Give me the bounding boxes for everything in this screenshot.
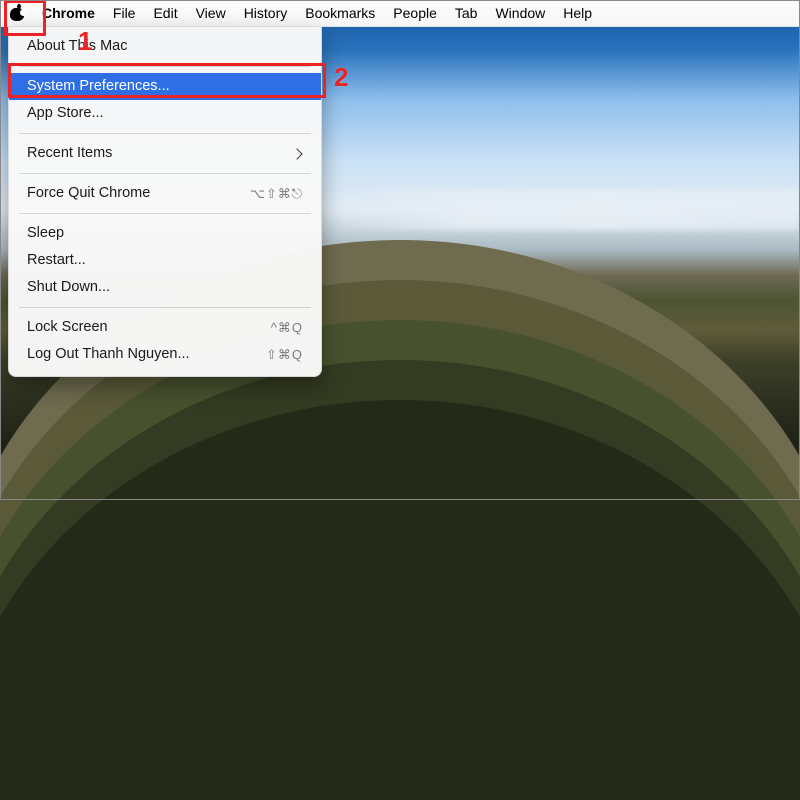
apple-menu-about[interactable]: About This Mac (9, 33, 321, 60)
menu-bar-item-tab[interactable]: Tab (455, 5, 478, 21)
menu-bar-item-help[interactable]: Help (563, 5, 592, 21)
menu-separator (19, 66, 311, 67)
menu-separator (19, 307, 311, 308)
menu-separator (19, 213, 311, 214)
menu-shortcut: ⇧⌘Q (266, 341, 303, 368)
menu-item-label: Restart... (27, 252, 86, 268)
menu-bar-item-history[interactable]: History (244, 5, 288, 21)
apple-menu-recent-items[interactable]: Recent Items (9, 140, 321, 167)
chevron-right-icon (291, 148, 302, 159)
menu-bar-item-window[interactable]: Window (495, 5, 545, 21)
apple-logo-icon[interactable] (10, 5, 24, 21)
apple-menu-logout[interactable]: Log Out Thanh Nguyen... ⇧⌘Q (9, 341, 321, 368)
menu-bar-item-file[interactable]: File (113, 5, 136, 21)
apple-menu-shutdown[interactable]: Shut Down... (9, 274, 321, 301)
apple-menu-app-store[interactable]: App Store... (9, 100, 321, 127)
menu-separator (19, 173, 311, 174)
menu-bar-app-name[interactable]: Chrome (42, 5, 95, 21)
apple-menu-lock-screen[interactable]: Lock Screen ^⌘Q (9, 314, 321, 341)
menu-item-label: App Store... (27, 105, 104, 121)
wallpaper-fog (320, 190, 800, 230)
apple-menu-force-quit[interactable]: Force Quit Chrome ⌥⇧⌘⎋ (9, 180, 321, 207)
menu-item-label: Sleep (27, 225, 64, 241)
apple-menu: About This Mac System Preferences... App… (8, 26, 322, 377)
menu-bar: Chrome File Edit View History Bookmarks … (0, 0, 800, 27)
menu-item-label: About This Mac (27, 38, 127, 54)
menu-bar-item-edit[interactable]: Edit (153, 5, 177, 21)
menu-item-label: Force Quit Chrome (27, 185, 150, 201)
menu-shortcut: ^⌘Q (271, 314, 303, 341)
menu-item-label: Lock Screen (27, 319, 108, 335)
apple-menu-system-preferences[interactable]: System Preferences... (9, 73, 321, 100)
menu-item-label: Log Out Thanh Nguyen... (27, 346, 190, 362)
apple-menu-sleep[interactable]: Sleep (9, 220, 321, 247)
menu-item-label: Shut Down... (27, 279, 110, 295)
menu-bar-item-bookmarks[interactable]: Bookmarks (305, 5, 375, 21)
menu-bar-item-view[interactable]: View (196, 5, 226, 21)
menu-item-label: Recent Items (27, 145, 112, 161)
menu-bar-item-people[interactable]: People (393, 5, 437, 21)
menu-shortcut: ⌥⇧⌘⎋ (250, 180, 303, 207)
apple-menu-restart[interactable]: Restart... (9, 247, 321, 274)
menu-separator (19, 133, 311, 134)
menu-item-label: System Preferences... (27, 78, 170, 94)
apple-leaf-icon (16, 3, 22, 9)
